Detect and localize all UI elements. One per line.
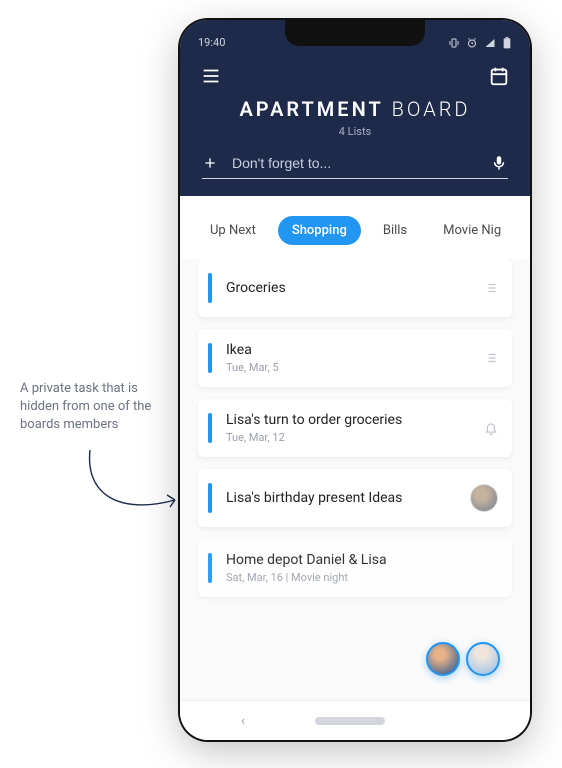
task-subtitle: Sat, Mar, 16 | Movie night — [226, 571, 498, 584]
tab-up-next[interactable]: Up Next — [196, 216, 270, 245]
annotation-text: A private task that is hidden from one o… — [20, 380, 160, 435]
battery-icon — [502, 37, 512, 49]
phone-notch — [285, 20, 425, 46]
phone-frame: 19:40 APARTMENT BOARD 4 Lists — [180, 20, 530, 740]
signal-icon — [484, 37, 496, 49]
member-avatar[interactable] — [426, 642, 460, 676]
card-accent — [208, 273, 212, 303]
board-title: APARTMENT BOARD — [180, 97, 530, 121]
task-title: Lisa's turn to order groceries — [226, 412, 484, 428]
alarm-icon — [466, 37, 478, 49]
list-icon — [484, 341, 498, 375]
vibrate-icon — [448, 37, 460, 49]
task-title: Ikea — [226, 342, 484, 358]
list-count: 4 Lists — [180, 125, 530, 138]
board-members-fab[interactable] — [426, 642, 500, 676]
task-title: Lisa's birthday present Ideas — [226, 490, 470, 506]
menu-icon[interactable] — [200, 65, 222, 87]
task-card[interactable]: Ikea Tue, Mar, 5 — [198, 329, 512, 387]
assignee-avatar — [470, 481, 498, 515]
card-accent — [208, 483, 212, 513]
task-list: Groceries Ikea Tue, Mar, 5 L — [180, 259, 530, 700]
new-task-input[interactable] — [232, 155, 480, 171]
task-title: Groceries — [226, 280, 484, 296]
nav-back-icon[interactable]: ‹ — [241, 713, 245, 729]
app-header: 19:40 APARTMENT BOARD 4 Lists — [180, 20, 530, 199]
task-card[interactable]: Lisa's turn to order groceries Tue, Mar,… — [198, 399, 512, 457]
tab-movie-night[interactable]: Movie Nig — [429, 216, 515, 245]
calendar-icon[interactable] — [488, 65, 510, 87]
member-avatar[interactable] — [466, 642, 500, 676]
mic-icon[interactable] — [490, 154, 508, 172]
nav-home-pill[interactable] — [315, 717, 385, 725]
task-subtitle: Tue, Mar, 5 — [226, 361, 484, 374]
card-accent — [208, 553, 212, 583]
task-title: Home depot Daniel & Lisa — [226, 552, 498, 568]
tabs-row: Up Next Shopping Bills Movie Nig — [180, 196, 530, 259]
android-nav-bar: ‹ — [180, 700, 530, 740]
task-subtitle: Tue, Mar, 12 — [226, 431, 484, 444]
list-icon — [484, 271, 498, 305]
tab-bills[interactable]: Bills — [369, 216, 421, 245]
task-card[interactable]: Home depot Daniel & Lisa Sat, Mar, 16 | … — [198, 539, 512, 597]
status-time: 19:40 — [198, 36, 225, 49]
plus-icon — [202, 155, 218, 171]
task-card[interactable]: Groceries — [198, 259, 512, 317]
annotation-arrow — [80, 445, 180, 525]
card-accent — [208, 343, 212, 373]
task-card-private[interactable]: Lisa's birthday present Ideas — [198, 469, 512, 527]
card-accent — [208, 413, 212, 443]
bell-icon — [484, 411, 498, 445]
new-task-row[interactable] — [202, 154, 508, 179]
tab-shopping[interactable]: Shopping — [278, 216, 361, 245]
